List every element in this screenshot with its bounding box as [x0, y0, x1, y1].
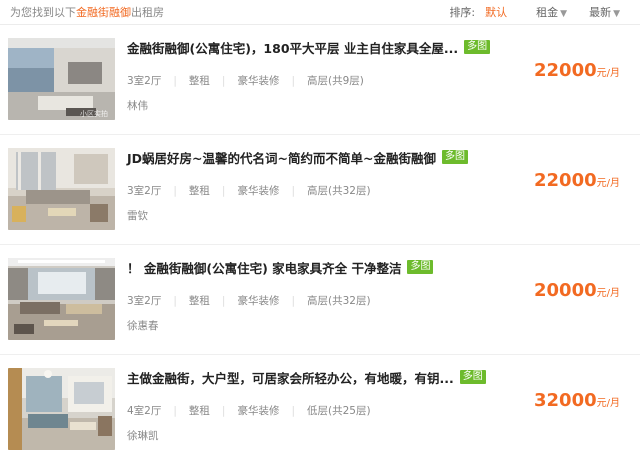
rent-type: 整租 — [188, 185, 210, 197]
divider: | — [173, 75, 177, 87]
arrow-down-icon: ▼ — [613, 9, 620, 19]
room-layout: 3室2厅 — [127, 185, 162, 197]
sort-default-button[interactable]: 默认 — [485, 4, 507, 20]
listing-price: 22000元/月 — [534, 60, 620, 81]
sort-bar: 排序: 默认 租金 ▼ 最新 ▼ — [449, 4, 620, 20]
listing-details: 3室2厅 | 整租 | 豪华装修 | 高层(共32层) — [127, 183, 371, 198]
listing-title-row: JD蜗居好房~温馨的代名词~简约而不简单~金融街融御 多图 — [127, 148, 527, 166]
price-value: 20000 — [534, 280, 597, 301]
divider: | — [291, 295, 296, 307]
rent-type: 整租 — [188, 75, 210, 87]
listing-title-row: 金融街融御(公寓住宅)，180平大平层 业主自住家具全屋... 多图 — [127, 38, 527, 56]
listing-title[interactable]: 金融街融御(公寓住宅)，180平大平层 业主自住家具全屋... — [127, 38, 458, 57]
agent-name[interactable]: 林伟 — [127, 98, 148, 113]
listing-details: 4室2厅 | 整租 | 豪华装修 | 低层(共25层) — [127, 403, 371, 418]
divider: | — [173, 295, 177, 307]
living-room-photo — [8, 258, 115, 340]
listing-title[interactable]: ！ 金融街融御(公寓住宅) 家电家具齐全 干净整洁 — [127, 258, 401, 277]
divider: | — [221, 295, 226, 307]
living-room-photo: 小区实拍 — [8, 38, 115, 120]
listing-photo[interactable] — [8, 148, 115, 230]
sort-label: 排序: — [449, 6, 476, 19]
price-value: 32000 — [534, 390, 597, 411]
agent-name[interactable]: 徐琳凯 — [127, 428, 159, 443]
listing-photo[interactable] — [8, 368, 115, 450]
decoration: 豪华装修 — [237, 185, 280, 197]
result-prefix: 为您找到以下 — [10, 6, 76, 19]
divider: | — [173, 405, 177, 417]
living-room-photo — [8, 368, 115, 450]
divider: | — [291, 75, 296, 87]
listing-price: 32000元/月 — [534, 390, 620, 411]
sort-rent-button[interactable]: 租金 ▼ — [536, 4, 567, 20]
floor-info: 高层(共32层) — [307, 185, 371, 197]
listing-title[interactable]: JD蜗居好房~温馨的代名词~简约而不简单~金融街融御 — [127, 148, 436, 167]
floor-info: 低层(共25层) — [307, 405, 371, 417]
listing-price: 20000元/月 — [534, 280, 620, 301]
listing-price: 22000元/月 — [534, 170, 620, 191]
living-room-photo — [8, 148, 115, 230]
result-suffix: 出租房 — [131, 6, 164, 19]
room-layout: 3室2厅 — [127, 75, 162, 87]
sort-latest-label: 最新 — [589, 6, 612, 19]
room-layout: 3室2厅 — [127, 295, 162, 307]
price-unit: 元/月 — [596, 178, 620, 189]
listing-details: 3室2厅 | 整租 | 豪华装修 | 高层(共9层) — [127, 73, 364, 88]
price-unit: 元/月 — [596, 288, 620, 299]
price-unit: 元/月 — [596, 398, 620, 409]
divider: | — [221, 75, 226, 87]
price-value: 22000 — [534, 170, 597, 191]
community-name: 金融街融御 — [76, 6, 131, 19]
floor-info: 高层(共9层) — [307, 75, 364, 87]
results-header: 为您找到以下金融街融御出租房 排序: 默认 租金 ▼ 最新 ▼ — [0, 0, 640, 25]
rent-type: 整租 — [188, 405, 210, 417]
multi-photo-badge: 多图 — [464, 40, 491, 54]
listing-title-row: 主做金融街，大户型，可居家会所轻办公，有地暖，有钥... 多图 — [127, 368, 527, 386]
listing-title[interactable]: 主做金融街，大户型，可居家会所轻办公，有地暖，有钥... — [127, 368, 454, 387]
listing-item[interactable]: 主做金融街，大户型，可居家会所轻办公，有地暖，有钥... 多图 4室2厅 | 整租 |… — [0, 355, 640, 458]
listing-item[interactable]: ！ 金融街融御(公寓住宅) 家电家具齐全 干净整洁 多图 3室2厅 | 整租 | 豪华装… — [0, 245, 640, 355]
multi-photo-badge: 多图 — [459, 370, 486, 384]
photo-watermark: 小区实拍 — [80, 109, 108, 118]
decoration: 豪华装修 — [237, 75, 280, 87]
listing-photo[interactable]: 小区实拍 — [8, 38, 115, 120]
listing-item[interactable]: JD蜗居好房~温馨的代名词~简约而不简单~金融街融御 多图 3室2厅 | 整租 | 豪华… — [0, 135, 640, 245]
agent-name[interactable]: 雷钦 — [127, 208, 148, 223]
arrow-down-icon: ▼ — [560, 9, 568, 19]
listing-details: 3室2厅 | 整租 | 豪华装修 | 高层(共32层) — [127, 293, 371, 308]
divider: | — [291, 405, 296, 417]
listing-photo[interactable] — [8, 258, 115, 340]
price-value: 22000 — [534, 60, 597, 81]
agent-name[interactable]: 徐惠春 — [127, 318, 159, 333]
multi-photo-badge: 多图 — [441, 150, 468, 164]
sort-latest-button[interactable]: 最新 ▼ — [589, 4, 620, 20]
result-summary: 为您找到以下金融街融御出租房 — [10, 4, 164, 20]
room-layout: 4室2厅 — [127, 405, 162, 417]
divider: | — [221, 185, 226, 197]
floor-info: 高层(共32层) — [307, 295, 371, 307]
multi-photo-badge: 多图 — [407, 260, 434, 274]
divider: | — [221, 405, 226, 417]
rent-type: 整租 — [188, 295, 210, 307]
listing-item[interactable]: 小区实拍 金融街融御(公寓住宅)，180平大平层 业主自住家具全屋... 多图 … — [0, 25, 640, 135]
decoration: 豪华装修 — [237, 295, 280, 307]
price-unit: 元/月 — [596, 68, 620, 79]
divider: | — [173, 185, 177, 197]
listing-title-row: ！ 金融街融御(公寓住宅) 家电家具齐全 干净整洁 多图 — [127, 258, 527, 276]
sort-rent-label: 租金 — [536, 6, 559, 19]
decoration: 豪华装修 — [237, 405, 280, 417]
divider: | — [291, 185, 296, 197]
